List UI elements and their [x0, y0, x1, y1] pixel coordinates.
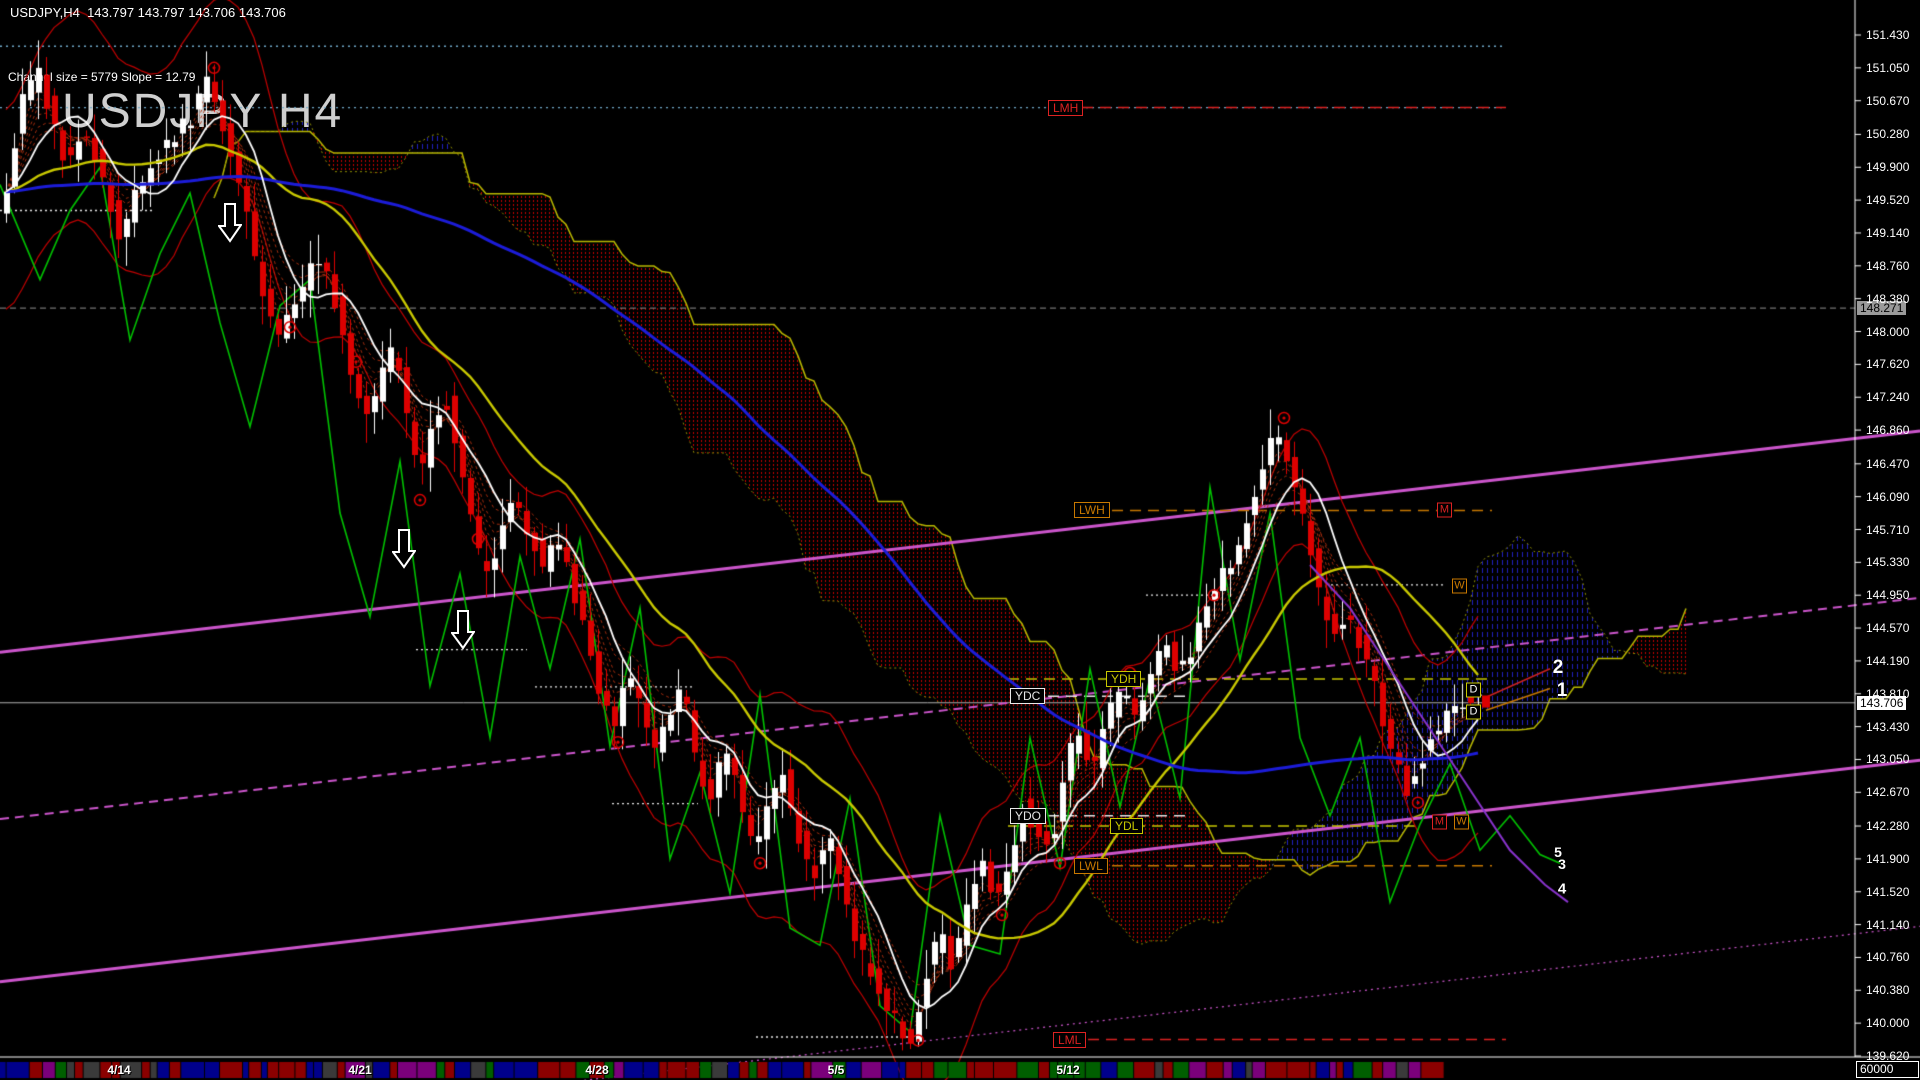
price-chart-canvas[interactable]	[0, 0, 1920, 1080]
symbol-title: USDJPY,H4 143.797 143.797 143.706 143.70…	[10, 5, 286, 20]
mt4-chart-window: { "window": { "title_line": "USDJPY,H4 1…	[0, 0, 1920, 1080]
